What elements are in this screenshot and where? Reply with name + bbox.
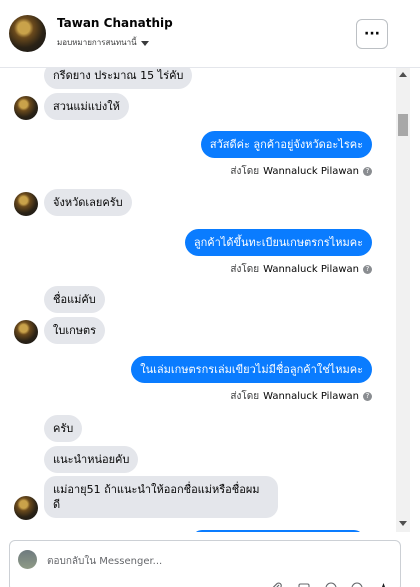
contact-mini-avatar <box>14 192 38 216</box>
saved-replies-icon[interactable] <box>350 581 364 587</box>
question-circle-icon[interactable]: ? <box>363 392 372 401</box>
reply-composer <box>0 532 420 587</box>
outgoing-message: ลูกค้าได้ขึ้นทะเบียนเกษตรกรไหมคะ <box>184 229 372 256</box>
contact-mini-avatar <box>14 96 38 120</box>
magic-icon[interactable] <box>376 581 390 587</box>
contact-name[interactable]: Tawan Chanathip <box>57 16 173 30</box>
sender-name: Wannaluck Pilawan <box>263 166 359 177</box>
contact-mini-avatar <box>14 320 38 344</box>
caret-down-icon <box>140 40 149 46</box>
incoming-message: กรีดยาง ประมาณ 15 ไร่คับ <box>44 68 193 89</box>
more-icon: ··· <box>364 26 380 42</box>
message-line: ดี <box>53 498 61 511</box>
contact-avatar[interactable] <box>9 15 46 52</box>
sender-name: Wannaluck Pilawan <box>263 264 359 275</box>
sent-by-prefix: ส่งโดย <box>230 391 260 402</box>
attachment-icon[interactable] <box>270 581 284 587</box>
incoming-message: ครับ <box>44 415 83 442</box>
message-line: แม่อายุ51 ถ้าแนะนำให้ออกชื่อแม่หรือชื่อผ… <box>53 483 260 496</box>
sent-by-label: ส่งโดย Wannaluck Pilawan ? <box>230 389 372 404</box>
assign-conversation-dropdown[interactable]: มอบหมายการสนทนานี้ <box>57 36 149 49</box>
incoming-message: สวนแม่แบ่งให้ <box>44 93 129 120</box>
gif-icon[interactable] <box>297 581 311 587</box>
emoji-icon[interactable] <box>324 581 338 587</box>
question-circle-icon[interactable]: ? <box>363 167 372 176</box>
scroll-down-arrow-icon[interactable] <box>399 521 407 526</box>
page-avatar <box>18 550 37 569</box>
outgoing-message: สวัสดีค่ะ ลูกค้าอยู่จังหวัดอะไรคะ <box>200 131 372 158</box>
incoming-message: จังหวัดเลยครับ <box>44 189 132 216</box>
reply-box[interactable] <box>9 540 401 587</box>
scrollbar-thumb[interactable] <box>398 114 408 136</box>
incoming-message-multiline: แม่อายุ51 ถ้าแนะนำให้ออกชื่อแม่หรือชื่อผ… <box>44 476 278 518</box>
incoming-message: ใบเกษตร <box>44 317 106 344</box>
message-thread: กรีดยาง ประมาณ 15 ไร่คับ สวนแม่แบ่งให้ ส… <box>0 68 396 532</box>
incoming-message: ชื่อแม่คับ <box>44 286 105 313</box>
thread-scrollbar[interactable] <box>396 68 410 532</box>
sender-name: Wannaluck Pilawan <box>263 391 359 402</box>
incoming-message: แนะนำหน่อยคับ <box>44 446 139 473</box>
sent-by-prefix: ส่งโดย <box>230 166 260 177</box>
outgoing-message: ในเล่มเกษตรกรเล่มเขียวไม่มีชื่อลูกค้าใช่… <box>131 356 372 383</box>
contact-mini-avatar <box>14 496 38 520</box>
more-options-button[interactable]: ··· <box>356 19 388 49</box>
sent-by-prefix: ส่งโดย <box>230 264 260 275</box>
assign-label: มอบหมายการสนทนานี้ <box>57 38 137 47</box>
conversation-header: Tawan Chanathip มอบหมายการสนทนานี้ ··· <box>0 0 420 68</box>
sent-by-label: ส่งโดย Wannaluck Pilawan ? <box>230 164 372 179</box>
scroll-up-arrow-icon[interactable] <box>399 72 407 77</box>
sent-by-label: ส่งโดย Wannaluck Pilawan ? <box>230 262 372 277</box>
question-circle-icon[interactable]: ? <box>363 265 372 274</box>
reply-input[interactable] <box>47 553 347 569</box>
